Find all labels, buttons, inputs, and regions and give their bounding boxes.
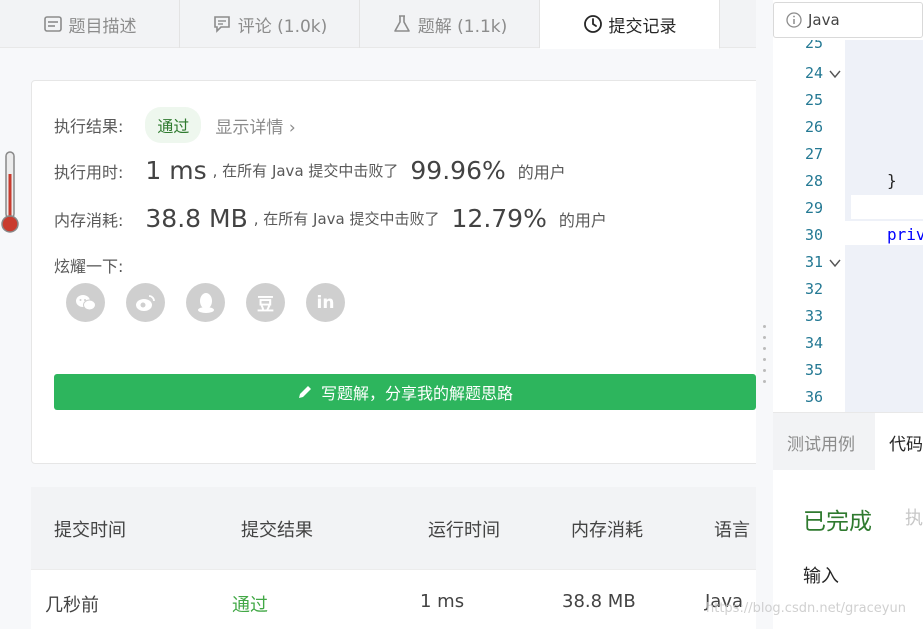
line-number: 36	[804, 388, 823, 406]
runtime-percentile: 99.96%	[410, 156, 506, 185]
code-line: }	[887, 171, 897, 190]
description-icon	[43, 16, 62, 32]
app-root: 题目描述 评论 (1.0k) 题解 (1.1k) 提交记录 执行结果: 通过 显…	[0, 0, 923, 629]
language-select[interactable]: Java	[773, 2, 923, 38]
memory-percentile: 12.79%	[451, 204, 547, 233]
users-suffix: 的用户	[517, 162, 566, 182]
console-tabs: 测试用例 代码	[773, 412, 923, 471]
chevron-right-icon: ›	[288, 117, 296, 138]
table-header: 提交时间 提交结果 运行时间 内存消耗 语言	[31, 487, 756, 569]
share-label: 炫耀一下:	[54, 257, 124, 276]
line-number: 31	[804, 253, 823, 271]
submit-result-link[interactable]: 通过	[232, 591, 268, 617]
runtime-row: 执行用时: 1 ms , 在所有 Java 提交中击败了 99.96% 的用户	[54, 156, 566, 185]
pencil-icon	[298, 386, 311, 398]
code-line: priv	[887, 225, 923, 244]
faded-label: 执	[905, 508, 923, 529]
column-header[interactable]: 内存消耗	[571, 516, 643, 542]
submissions-table: 提交时间 提交结果 运行时间 内存消耗 语言 几秒前 通过 1 ms 38.8 …	[31, 487, 756, 629]
tab-label: 题解 (1.1k)	[417, 16, 508, 37]
tab-label: 提交记录	[608, 16, 677, 37]
panel-divider[interactable]	[756, 0, 773, 629]
memory-cell: 38.8 MB	[562, 591, 636, 612]
line-number: 24	[804, 64, 823, 82]
exec-result-label: 执行结果:	[54, 117, 124, 136]
runtime-label: 执行用时:	[54, 162, 124, 182]
tab-submissions[interactable]: 提交记录	[540, 0, 720, 49]
tab-description[interactable]: 题目描述	[0, 0, 180, 48]
beat-text: , 在所有 Java 提交中击败了	[253, 210, 440, 228]
column-header[interactable]: 提交结果	[241, 516, 313, 542]
comment-icon	[213, 16, 230, 33]
fold-chevron-icon[interactable]	[829, 68, 841, 80]
qq-icon[interactable]	[186, 283, 225, 322]
show-details-link[interactable]: 显示详情 ›	[215, 113, 295, 138]
column-header[interactable]: 运行时间	[428, 516, 500, 542]
tab-comments[interactable]: 评论 (1.0k)	[180, 0, 360, 48]
douban-icon[interactable]: 豆	[246, 283, 285, 322]
share-buttons: 豆 in	[66, 283, 345, 322]
line-number: 29	[804, 199, 823, 217]
right-panel: Java 25 24 25 26 27 28 29 30 31 32 33 34…	[773, 0, 923, 629]
tab-code-result[interactable]: 代码	[875, 413, 923, 471]
status-badge: 通过	[145, 107, 202, 143]
bracket-highlight	[851, 195, 923, 219]
line-number: 35	[804, 361, 823, 379]
memory-row: 内存消耗: 38.8 MB , 在所有 Java 提交中击败了 12.79% 的…	[54, 204, 607, 233]
submit-time-cell: 几秒前	[45, 595, 99, 616]
fold-chevron-icon[interactable]	[829, 257, 841, 269]
line-number: 25	[804, 40, 823, 52]
write-solution-button[interactable]: 写题解，分享我的解题思路	[54, 374, 756, 410]
tab-label: 题目描述	[68, 16, 137, 37]
left-panel: 题目描述 评论 (1.0k) 题解 (1.1k) 提交记录 执行结果: 通过 显…	[0, 0, 756, 629]
linkedin-icon[interactable]: in	[306, 283, 345, 322]
line-number: 28	[804, 172, 823, 190]
result-card: 执行结果: 通过 显示详情 › 执行用时: 1 ms , 在所有 Java 提交…	[31, 80, 756, 464]
wechat-icon[interactable]	[66, 283, 105, 322]
line-number: 25	[804, 91, 823, 109]
line-number: 27	[804, 145, 823, 163]
line-number: 34	[804, 334, 823, 352]
clock-icon	[583, 15, 602, 33]
code-area[interactable]: } priv	[827, 40, 923, 412]
column-header[interactable]: 提交时间	[54, 516, 126, 542]
tab-testcase[interactable]: 测试用例	[787, 413, 855, 471]
weibo-icon[interactable]	[126, 283, 165, 322]
tab-solutions[interactable]: 题解 (1.1k)	[360, 0, 540, 48]
memory-value: 38.8 MB	[145, 204, 248, 233]
problem-tabs: 题目描述 评论 (1.0k) 题解 (1.1k) 提交记录	[0, 0, 756, 49]
beat-text: , 在所有 Java 提交中击败了	[212, 162, 399, 180]
exec-result-row: 执行结果: 通过 显示详情 ›	[54, 107, 296, 143]
flask-icon	[393, 15, 410, 32]
memory-label: 内存消耗:	[54, 210, 124, 230]
completed-status: 已完成	[803, 509, 872, 535]
thermometer-icon	[1, 151, 19, 233]
line-number: 30	[804, 226, 823, 244]
runtime-value: 1 ms	[145, 156, 207, 185]
users-suffix: 的用户	[558, 210, 607, 230]
line-number: 32	[804, 280, 823, 298]
watermark: https://blog.csdn.net/graceyun	[706, 601, 906, 616]
editor-toolbar: Java	[773, 0, 923, 40]
share-row: 炫耀一下:	[54, 253, 123, 277]
info-icon	[786, 12, 802, 28]
line-number: 33	[804, 307, 823, 325]
resize-handle[interactable]	[763, 325, 767, 391]
input-label: 输入	[803, 566, 839, 587]
tab-label: 评论 (1.0k)	[237, 16, 328, 37]
column-header[interactable]: 语言	[714, 516, 750, 542]
table-row[interactable]: 几秒前 通过 1 ms 38.8 MB Java	[31, 569, 756, 629]
code-editor[interactable]: 25 24 25 26 27 28 29 30 31 32 33 34 35 3…	[773, 40, 923, 412]
runtime-cell: 1 ms	[420, 591, 465, 612]
line-number: 26	[804, 118, 823, 136]
